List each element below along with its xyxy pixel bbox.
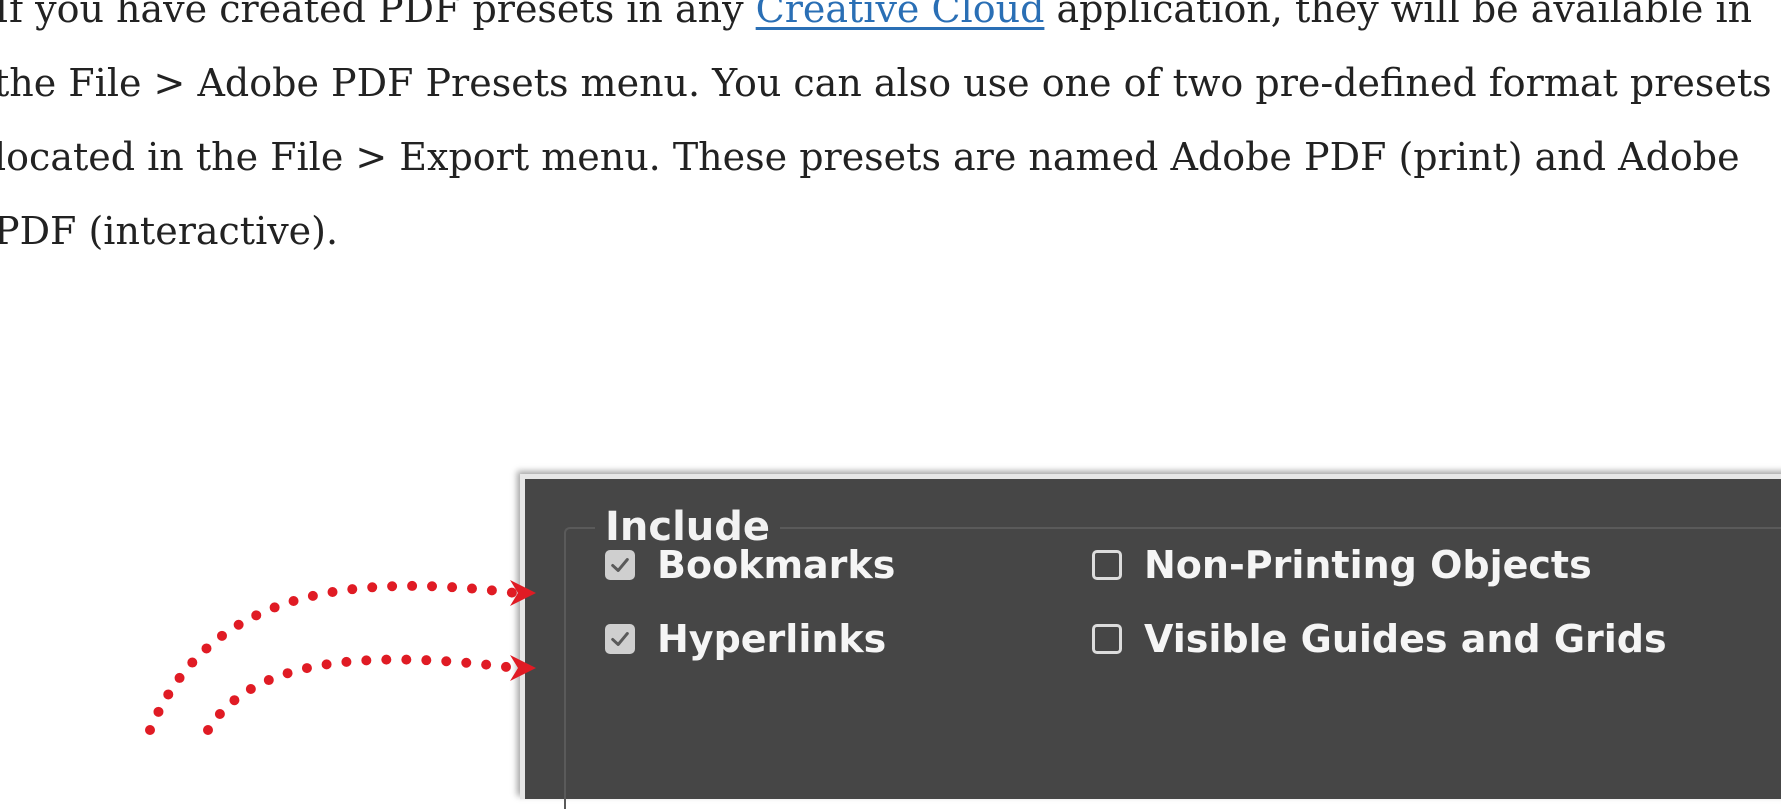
- bookmarks-arrow-icon: [145, 580, 536, 735]
- hyperlinks-arrow-icon: [203, 654, 536, 735]
- callout-arrows: [145, 580, 536, 735]
